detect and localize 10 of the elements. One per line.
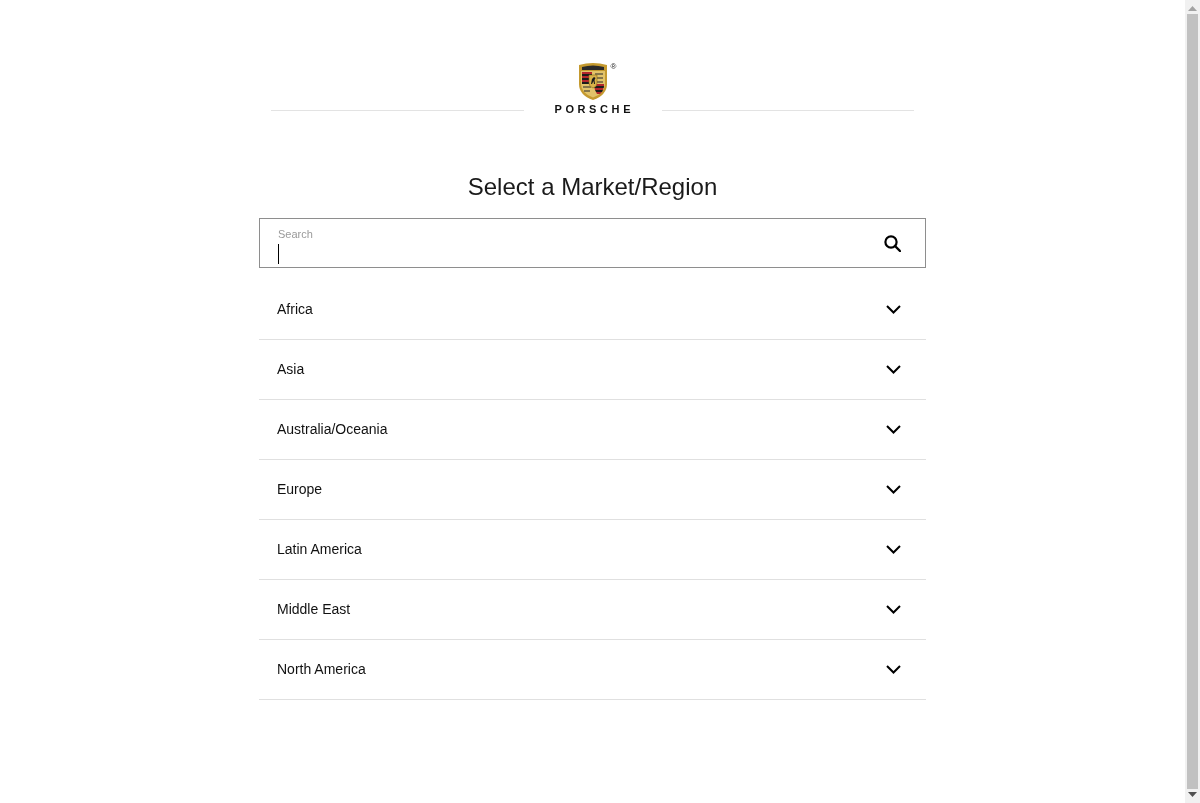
trademark-symbol: ® bbox=[610, 62, 617, 72]
search-label: Search bbox=[278, 228, 314, 241]
scroll-up-arrow-icon[interactable] bbox=[1188, 6, 1197, 11]
logo-wordmark: PORSCHE bbox=[554, 104, 635, 115]
page-title: Select a Market/Region bbox=[466, 172, 719, 202]
scrollbar-thumb[interactable] bbox=[1187, 14, 1198, 789]
crest-logo bbox=[577, 62, 608, 100]
scrollbar[interactable] bbox=[1185, 0, 1200, 803]
search-icon[interactable] bbox=[884, 234, 901, 252]
scroll-down-arrow-icon[interactable] bbox=[1188, 792, 1197, 797]
